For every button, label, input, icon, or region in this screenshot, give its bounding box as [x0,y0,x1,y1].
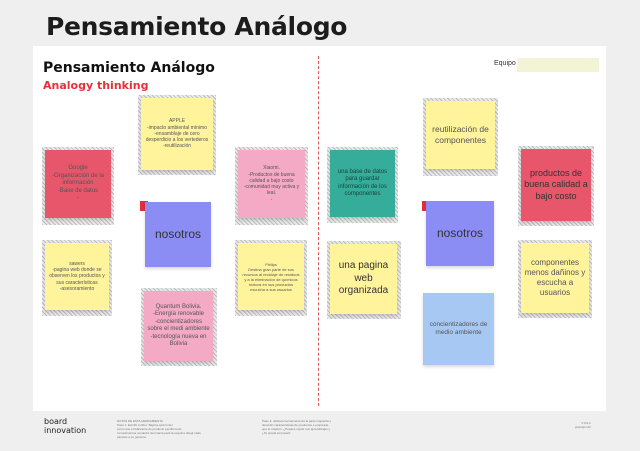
sticky-note-center-right[interactable]: nosotros [426,201,494,266]
sticky-note-quality[interactable]: productos de buena calidad a bajo costo [521,149,591,221]
sticky-note-awareness[interactable]: concientizadores de medio ambiente [423,293,494,365]
center-divider [318,56,319,406]
sticky-note-quantum[interactable]: Quantum Bolivia. -Energía renovable -con… [144,291,213,361]
team-field[interactable] [517,58,599,72]
footer-version: V 0.0.1 prototipo #1 [575,421,591,430]
page-heading: Pensamiento Análogo [46,12,348,41]
sticky-note-reuse[interactable]: reutilización de componentes [426,101,495,169]
sticky-note-webpage[interactable]: una pagina web organizada [330,244,397,314]
footer-instructions-1: NOTAS DE ESTA HERRAMIENTA Paso 1: Escrib… [117,419,201,439]
sticky-note-philips[interactable]: Philips Destina gran parte de sus recurs… [238,243,304,310]
sticky-note-components[interactable]: componentes menos dañinos y escucha a us… [521,243,589,313]
sticky-note-sawers[interactable]: sawers -pagina web donde se observen los… [45,243,109,310]
sticky-note-database[interactable]: una base de datos para guardar informaci… [330,150,395,217]
sticky-note-center-left[interactable]: nosotros [145,202,211,267]
sticky-note-google[interactable]: Google -Organización de la información -… [45,150,111,218]
board-of-innovation-logo: board innovation [44,417,87,435]
board-title: Pensamiento Análogo [43,60,215,76]
sticky-note-xiaomi[interactable]: Xiaomi. -Productos de buena calidad a ba… [238,150,305,218]
board-subtitle: Analogy thinking [43,79,149,92]
canvas-board: Pensamiento Análogo Analogy thinking Equ… [33,46,606,411]
footer-instructions-2: Paso 2: utiliza la herramienta de la par… [262,419,332,435]
sticky-note-apple[interactable]: APPLE -impacto ambiental mínimo -ensambl… [141,98,213,170]
team-label: Equipo [494,60,516,67]
